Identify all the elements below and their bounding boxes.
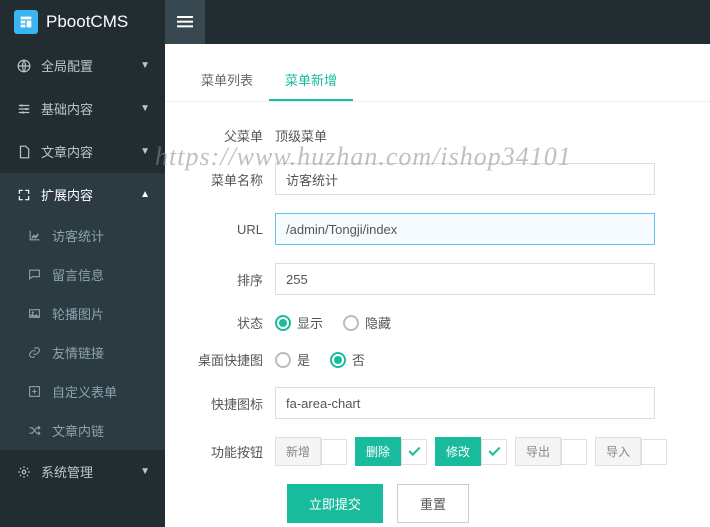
caret-down-icon: ▼ <box>140 146 150 157</box>
sidebar: 全局配置 ▼ 基础内容 ▼ 文章内容 ▼ 扩展内容 ▲ 访客统计 留言信息 <box>0 44 165 527</box>
tab-menu-add[interactable]: 菜单新增 <box>269 60 353 101</box>
checkbox-icon <box>481 439 507 465</box>
menu-toggle-button[interactable] <box>165 0 205 44</box>
sidebar-sub-message[interactable]: 留言信息 <box>0 255 165 294</box>
sidebar-item-system[interactable]: 系统管理 ▼ <box>0 450 165 493</box>
func-delete[interactable]: 删除 <box>355 437 427 466</box>
sliders-icon <box>15 102 33 116</box>
caret-down-icon: ▼ <box>140 466 150 477</box>
caret-up-icon: ▲ <box>140 189 150 200</box>
expand-icon <box>15 188 33 202</box>
radio-icon <box>343 315 359 331</box>
nav-label: 文章内容 <box>41 142 93 161</box>
func-modify[interactable]: 修改 <box>435 437 507 466</box>
sidebar-sub-visitor-stats[interactable]: 访客统计 <box>0 216 165 255</box>
sidebar-item-article[interactable]: 文章内容 ▼ <box>0 130 165 173</box>
nav-label: 扩展内容 <box>41 185 93 204</box>
label-func-buttons: 功能按钮 <box>185 442 275 461</box>
sub-label: 文章内链 <box>52 421 104 440</box>
radio-icon <box>275 352 291 368</box>
plus-square-icon <box>28 385 46 398</box>
sub-label: 轮播图片 <box>52 304 104 323</box>
tabs: 菜单列表 菜单新增 <box>165 60 710 102</box>
sort-input[interactable] <box>275 263 655 295</box>
radio-status-show[interactable]: 显示 <box>275 313 323 332</box>
checkbox-icon <box>401 439 427 465</box>
radio-shortcut-no[interactable]: 否 <box>330 350 365 369</box>
caret-down-icon: ▼ <box>140 103 150 114</box>
image-icon <box>28 307 46 320</box>
parent-menu-value[interactable]: 顶级菜单 <box>275 126 690 145</box>
checkbox-icon <box>321 439 347 465</box>
comment-icon <box>28 268 46 281</box>
logo-icon <box>14 10 38 34</box>
chart-icon <box>28 229 46 242</box>
func-add[interactable]: 新增 <box>275 437 347 466</box>
top-header: PbootCMS <box>0 0 710 44</box>
sidebar-item-basic[interactable]: 基础内容 ▼ <box>0 87 165 130</box>
nav-label: 全局配置 <box>41 56 93 75</box>
sidebar-sub-slider[interactable]: 轮播图片 <box>0 294 165 333</box>
label-menu-name: 菜单名称 <box>185 170 275 189</box>
radio-shortcut-yes[interactable]: 是 <box>275 350 310 369</box>
sidebar-sub-innerlink[interactable]: 文章内链 <box>0 411 165 450</box>
label-icon: 快捷图标 <box>185 394 275 413</box>
sub-label: 留言信息 <box>52 265 104 284</box>
caret-down-icon: ▼ <box>140 60 150 71</box>
url-input[interactable] <box>275 213 655 245</box>
func-import[interactable]: 导入 <box>595 437 667 466</box>
shuffle-icon <box>28 424 46 437</box>
link-icon <box>28 346 46 359</box>
func-export[interactable]: 导出 <box>515 437 587 466</box>
sub-label: 友情链接 <box>52 343 104 362</box>
globe-icon <box>15 59 33 73</box>
sidebar-sub-form[interactable]: 自定义表单 <box>0 372 165 411</box>
checkbox-icon <box>641 439 667 465</box>
hamburger-icon <box>177 15 193 29</box>
label-parent-menu: 父菜单 <box>185 126 275 145</box>
label-sort: 排序 <box>185 270 275 289</box>
icon-input[interactable] <box>275 387 655 419</box>
checkbox-icon <box>561 439 587 465</box>
tab-menu-list[interactable]: 菜单列表 <box>185 60 269 101</box>
radio-icon <box>275 315 291 331</box>
label-url: URL <box>185 222 275 237</box>
submit-button[interactable]: 立即提交 <box>287 484 383 523</box>
file-icon <box>15 145 33 159</box>
menu-name-input[interactable] <box>275 163 655 195</box>
sidebar-submenu: 访客统计 留言信息 轮播图片 友情链接 自定义表单 文章内链 <box>0 216 165 450</box>
sidebar-item-extend[interactable]: 扩展内容 ▲ <box>0 173 165 216</box>
form: 父菜单 顶级菜单 菜单名称 URL 排序 状态 显示 隐藏 <box>165 102 710 527</box>
logo-area[interactable]: PbootCMS <box>0 10 165 34</box>
reset-button[interactable]: 重置 <box>397 484 469 523</box>
gear-icon <box>15 465 33 479</box>
sidebar-sub-links[interactable]: 友情链接 <box>0 333 165 372</box>
sub-label: 访客统计 <box>52 226 104 245</box>
brand-text: PbootCMS <box>46 12 128 32</box>
nav-label: 系统管理 <box>41 462 93 481</box>
sub-label: 自定义表单 <box>52 382 117 401</box>
sidebar-item-global[interactable]: 全局配置 ▼ <box>0 44 165 87</box>
label-status: 状态 <box>185 313 275 332</box>
nav-label: 基础内容 <box>41 99 93 118</box>
radio-icon <box>330 352 346 368</box>
radio-status-hide[interactable]: 隐藏 <box>343 313 391 332</box>
label-shortcut: 桌面快捷图 <box>185 350 275 369</box>
main-content: 菜单列表 菜单新增 父菜单 顶级菜单 菜单名称 URL 排序 状态 <box>165 44 710 527</box>
